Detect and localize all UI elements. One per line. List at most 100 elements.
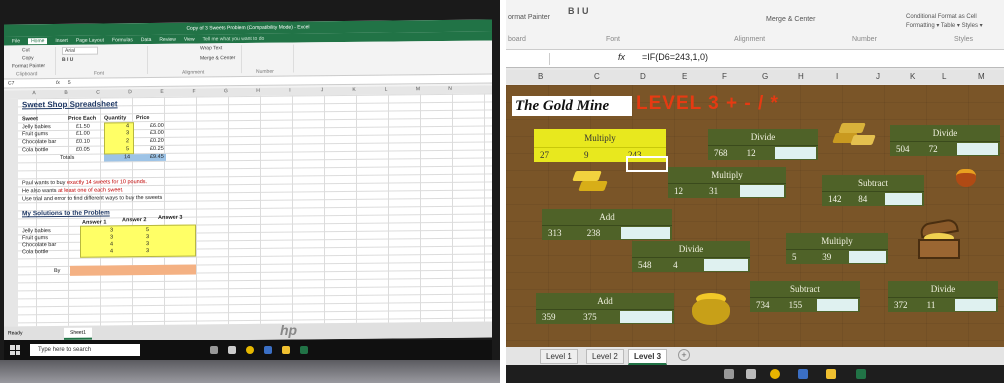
answer-input[interactable] [817,299,859,311]
taskbar-search[interactable]: Type here to search [30,344,140,356]
col-d[interactable]: D [640,72,646,81]
selected-cell[interactable] [626,156,668,172]
sheet-tab-level-2[interactable]: Level 2 [586,349,624,364]
tab-data[interactable]: Data [141,37,152,43]
answer-cell[interactable]: 3 [110,234,113,240]
conditional-format-button[interactable]: Conditional Format as Cell [906,14,977,20]
col-k[interactable]: K [338,87,370,95]
answer-input[interactable] [704,259,748,271]
by-name-cell[interactable] [70,264,196,276]
task-view-icon[interactable] [228,346,236,354]
edge-icon[interactable] [798,369,808,379]
format-as-table-button[interactable]: Formatting ▾ Table ▾ Styles ▾ [906,22,983,29]
answers-input-range[interactable] [80,224,196,258]
file-explorer-icon[interactable] [282,346,290,354]
answer-input[interactable] [955,299,997,311]
excel-icon[interactable] [856,369,866,379]
price-cell: £0.25 [150,145,164,153]
add-sheet-icon[interactable]: + [678,349,690,361]
col-c[interactable]: C [82,89,114,97]
tab-page-layout[interactable]: Page Layout [76,37,104,43]
col-d[interactable]: D [114,89,146,97]
sheet-tab-level-3[interactable]: Level 3 [628,349,668,365]
bold-italic-underline[interactable]: B I U [62,57,73,63]
answer-input[interactable] [957,143,999,155]
col-e[interactable]: E [146,89,178,97]
answer-cell[interactable]: 3 [146,241,149,247]
file-explorer-icon[interactable] [826,369,836,379]
name-box[interactable]: C7 [8,80,48,87]
tab-insert[interactable]: Insert [55,37,68,43]
tab-formulas[interactable]: Formulas [112,37,133,43]
tab-review[interactable]: Review [159,36,175,42]
col-b[interactable]: B [50,90,82,98]
quantity-cell[interactable]: 2 [126,138,129,144]
col-m[interactable]: M [402,86,434,94]
col-k[interactable]: K [910,72,915,81]
answer-input[interactable] [620,311,673,323]
quantity-cell[interactable]: 5 [126,146,129,152]
puzzle-operation: Divide [888,281,998,297]
merge-center-button[interactable]: Merge & Center [200,55,235,61]
answer-input[interactable] [848,251,887,263]
col-m[interactable]: M [978,72,985,81]
tab-view[interactable]: View [184,36,195,42]
col-l[interactable]: L [370,86,402,94]
merge-center-button[interactable]: Merge & Center [766,16,815,23]
col-l[interactable]: L [942,72,946,81]
windows-start-icon[interactable] [10,345,20,355]
answer-cell[interactable]: 4 [110,248,113,254]
font-name-select[interactable]: Arial [62,46,98,55]
col-a[interactable]: A [18,90,50,98]
col-b[interactable]: B [538,72,543,81]
col-i[interactable]: I [836,72,838,81]
sheet-tab-sheet1[interactable]: Sheet1 [64,327,92,340]
col-i[interactable]: I [274,87,306,95]
tell-me-input[interactable]: Tell me what you want to do [203,35,265,42]
answer-input[interactable] [621,227,671,239]
col-f[interactable]: F [722,72,727,81]
bold-italic-underline[interactable]: B I U [568,6,589,16]
quantity-cell[interactable]: 3 [126,130,129,136]
answer-cell[interactable]: 3 [146,234,149,240]
format-painter-button[interactable]: Format Painter [12,63,45,69]
task-view-icon[interactable] [746,369,756,379]
quantity-cell[interactable]: 4 [126,123,129,129]
col-j[interactable]: J [876,72,880,81]
col-c[interactable]: C [594,72,600,81]
worksheet-grid[interactable]: A B C D E F G H I J K L M N Sweet Shop S… [4,85,492,327]
answer-cell[interactable]: 4 [110,241,113,247]
edge-icon[interactable] [264,346,272,354]
answer-cell[interactable]: 5 [146,227,149,233]
tab-file[interactable]: File [12,38,20,44]
mic-icon[interactable] [210,346,218,354]
formula-input[interactable]: 5 [68,80,71,86]
wrap-text-button[interactable]: Wrap Text [200,45,222,51]
format-painter-button[interactable]: ormat Painter [508,14,550,21]
col-g[interactable]: G [210,88,242,96]
chrome-icon[interactable] [770,369,780,379]
answer-input[interactable] [884,193,923,205]
tab-home[interactable]: Home [28,37,48,44]
sheet-tab-level-1[interactable]: Level 1 [540,349,578,364]
quantity-input-range[interactable] [104,122,134,155]
hp-logo: hp [280,322,298,338]
col-e[interactable]: E [682,72,687,81]
answer-cell[interactable]: 3 [110,227,113,233]
col-j[interactable]: J [306,87,338,95]
answer-cell[interactable]: 3 [146,248,149,254]
col-g[interactable]: G [762,72,768,81]
name-box-dropdown[interactable] [510,53,550,65]
cut-button[interactable]: Cut [22,47,30,53]
chrome-icon[interactable] [246,346,254,354]
col-n[interactable]: N [434,86,466,94]
answer-input[interactable] [775,147,817,159]
col-h[interactable]: H [798,72,804,81]
answer-input[interactable] [740,185,784,197]
mic-icon[interactable] [724,369,734,379]
col-f[interactable]: F [178,88,210,96]
copy-button[interactable]: Copy [22,55,34,61]
excel-icon[interactable] [300,346,308,354]
col-h[interactable]: H [242,88,274,96]
formula-input[interactable]: =IF(D6=243,1,0) [642,52,708,62]
